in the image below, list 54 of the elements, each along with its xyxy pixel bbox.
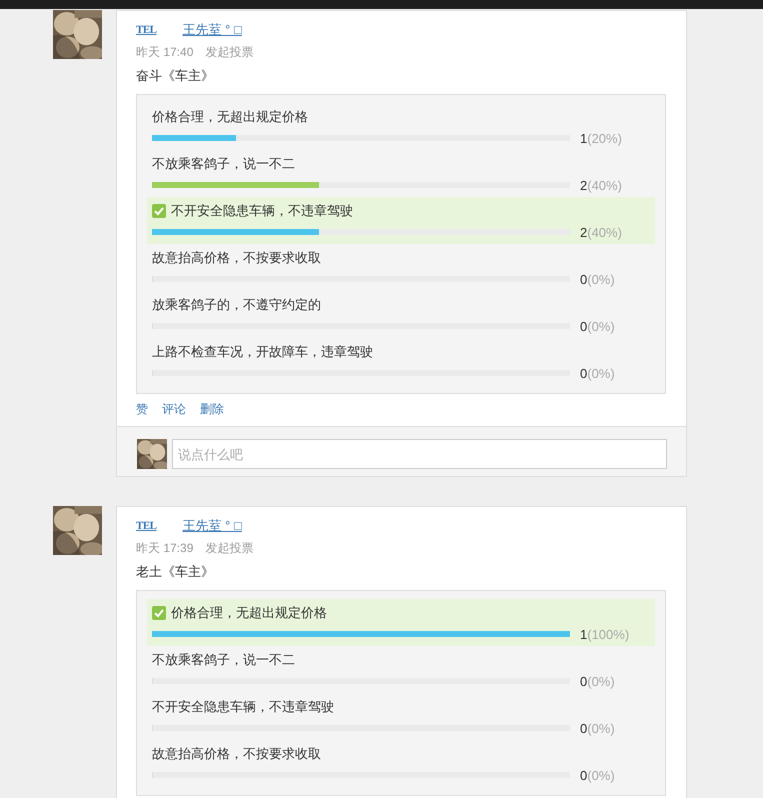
- option-label: 故意抬高价格，不按要求收取: [152, 745, 321, 763]
- poll-title: 老土《车主》: [136, 563, 215, 581]
- vote-count: 1: [580, 130, 588, 146]
- poll-option[interactable]: 不放乘客鸽子，说一不二 2(40%): [147, 150, 655, 197]
- action-link[interactable]: 删除: [200, 400, 224, 418]
- comment-field[interactable]: 说点什么吧: [172, 439, 667, 469]
- vote-count: 0: [580, 720, 588, 736]
- checked-icon: [152, 204, 166, 218]
- poll-option[interactable]: 故意抬高价格，不按要求收取 0(0%): [147, 244, 655, 291]
- vote-count: 2: [580, 224, 588, 240]
- poll-title: 奋斗《车主》: [136, 67, 215, 85]
- post-time: 昨天 17:40: [136, 44, 194, 60]
- vote-percent: (0%): [587, 720, 615, 736]
- phone-label: TEL: [136, 520, 157, 532]
- option-label: 不开安全隐患车辆，不违章驾驶: [152, 698, 334, 716]
- option-label: 价格合理，无超出规定价格: [152, 108, 308, 126]
- vote-percent: (40%): [587, 178, 622, 192]
- option-label: 上路不检查车况，开故障车，违章驾驶: [152, 343, 373, 361]
- vote-count: 0: [580, 768, 588, 782]
- vote-percent: (20%): [587, 130, 622, 146]
- vote-percent: (40%): [587, 224, 622, 240]
- option-label: 不放乘客鸽子，说一不二: [152, 651, 295, 669]
- poll-option[interactable]: 价格合理，无超出规定价格 1(20%): [147, 103, 655, 150]
- poll-option[interactable]: 价格合理，无超出规定价格 1(100%): [147, 599, 655, 646]
- vote-percent: (0%): [587, 768, 615, 782]
- phone-label: TEL: [136, 24, 157, 36]
- option-label: 放乘客鸽子的，不遵守约定的: [152, 296, 321, 314]
- vote-count: 0: [580, 366, 588, 380]
- option-label: 不开安全隐患车辆，不违章驾驶: [171, 202, 353, 220]
- action-link[interactable]: 赞: [136, 400, 148, 418]
- post-action: 发起投票: [205, 540, 254, 556]
- option-label: 不放乘客鸽子，说一不二: [152, 155, 295, 173]
- action-link[interactable]: 评论: [162, 400, 186, 418]
- vote-percent: (0%): [587, 318, 615, 334]
- post-action: 发起投票: [205, 44, 254, 60]
- poll-option[interactable]: 不开安全隐患车辆，不违章驾驶 2(40%): [147, 197, 655, 244]
- poll-option[interactable]: 不开安全隐患车辆，不违章驾驶 0(0%): [147, 693, 655, 740]
- vote-percent: (0%): [587, 674, 615, 688]
- vote-count: 0: [580, 272, 588, 286]
- checked-icon: [152, 606, 166, 620]
- vote-percent: (0%): [587, 272, 615, 286]
- poll-option[interactable]: 放乘客鸽子的，不遵守约定的 0(0%): [147, 291, 655, 338]
- vote-count: 2: [580, 178, 588, 192]
- poll-option[interactable]: 不放乘客鸽子，说一不二 0(0%): [147, 646, 655, 693]
- vote-count: 0: [580, 318, 588, 334]
- vote-percent: (0%): [587, 366, 615, 380]
- vote-count: 1: [580, 626, 588, 642]
- poll-option[interactable]: 上路不检查车况，开故障车，违章驾驶 0(0%): [147, 338, 655, 385]
- option-label: 价格合理，无超出规定价格: [171, 604, 327, 622]
- post-time: 昨天 17:39: [136, 540, 194, 556]
- option-label: 故意抬高价格，不按要求收取: [152, 249, 321, 267]
- poll-option[interactable]: 故意抬高价格，不按要求收取 0(0%): [147, 740, 655, 787]
- vote-count: 0: [580, 674, 588, 688]
- vote-percent: (100%): [587, 626, 630, 642]
